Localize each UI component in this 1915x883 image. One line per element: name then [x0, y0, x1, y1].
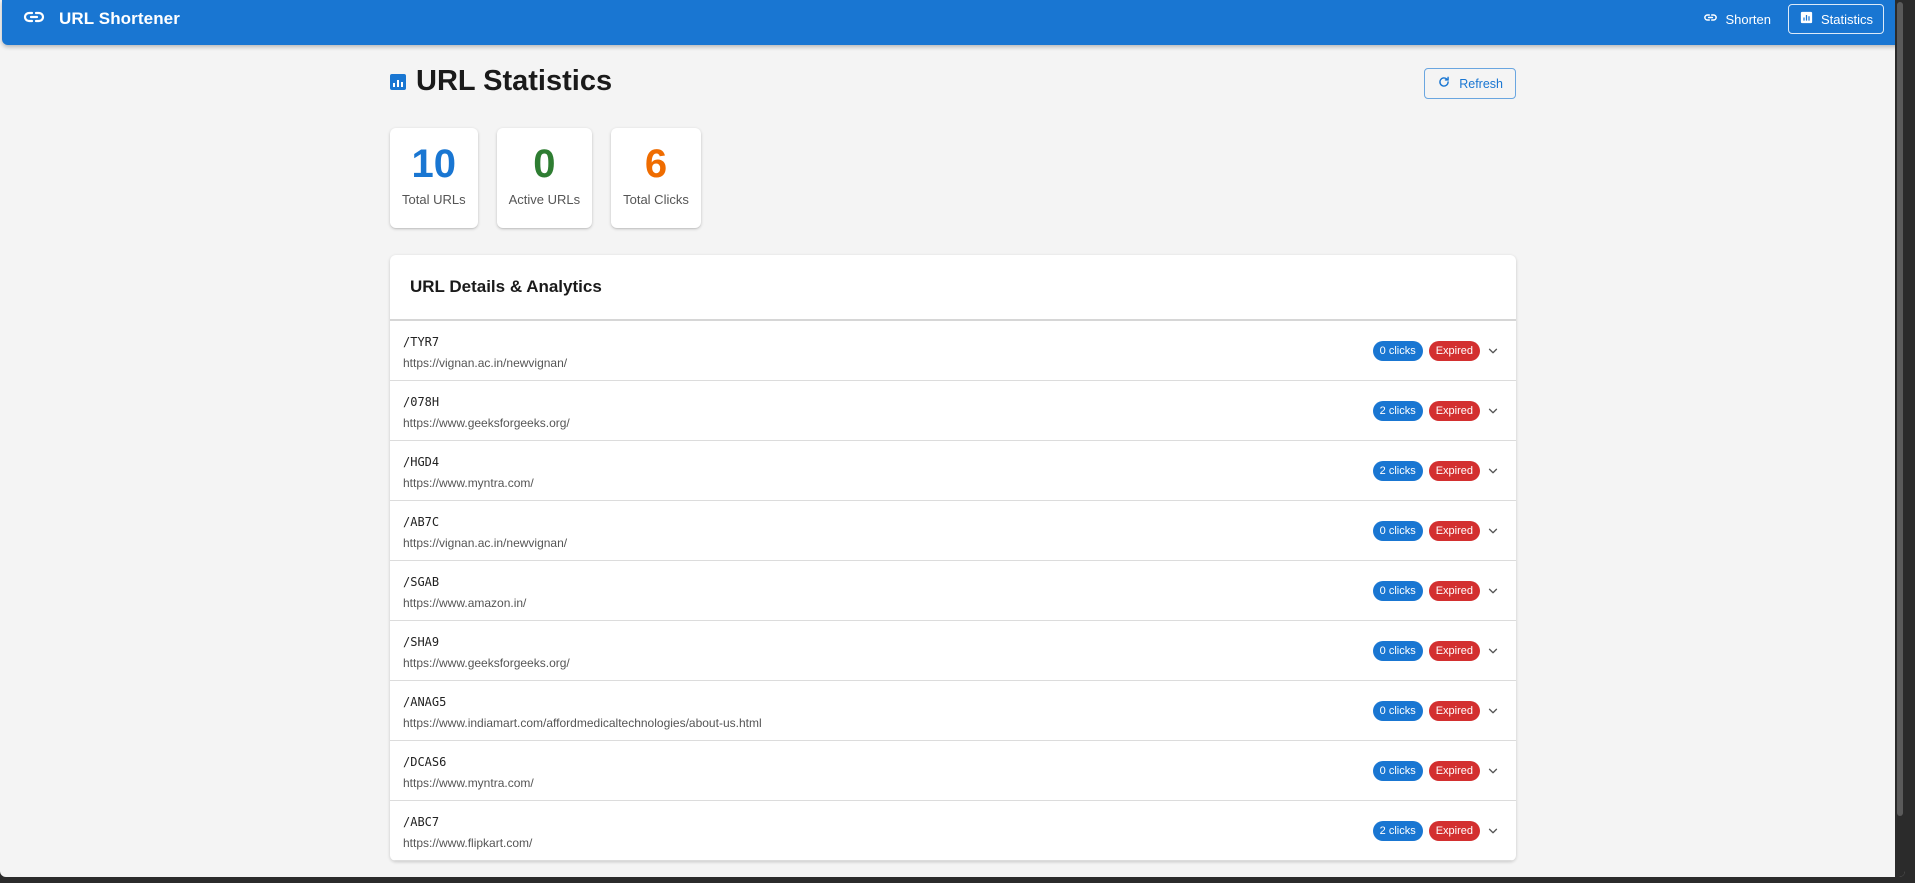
short-code: /ABC7: [403, 815, 440, 829]
original-url: https://www.indiamart.com/affordmedicalt…: [403, 716, 762, 730]
chevron-down-icon[interactable]: [1486, 584, 1500, 598]
refresh-label: Refresh: [1459, 76, 1503, 91]
url-row[interactable]: /ABC7 https://www.flipkart.com/2 clicks Ex…: [390, 801, 1516, 861]
short-code: /ANAG5: [403, 695, 447, 709]
chevron-down-icon[interactable]: [1486, 644, 1500, 658]
status-badge: Expired: [1428, 581, 1480, 601]
stat-value: 6: [644, 142, 668, 186]
clicks-badge: 0 clicks: [1372, 341, 1423, 361]
url-details-header: URL Details & Analytics: [390, 255, 1516, 321]
top-nav: Shorten Statistics: [1692, 4, 1884, 34]
page-title-group: URL Statistics: [390, 65, 612, 98]
url-row[interactable]: /ANAG5 https://www.indiamart.com/affordme…: [390, 681, 1516, 741]
url-row[interactable]: /078H https://www.geeksforgeeks.org/2 cli…: [390, 381, 1516, 441]
chevron-down-icon[interactable]: [1486, 344, 1500, 358]
row-badges: 0 clicks Expired: [1372, 521, 1500, 541]
row-badges: 0 clicks Expired: [1372, 761, 1500, 781]
short-code: /SHA9: [403, 635, 440, 649]
row-badges: 0 clicks Expired: [1372, 641, 1500, 661]
status-badge: Expired: [1428, 461, 1480, 481]
clicks-badge: 0 clicks: [1372, 521, 1423, 541]
bar-chart-icon: [1799, 10, 1814, 28]
refresh-icon: [1437, 75, 1451, 92]
brand[interactable]: URL Shortener: [22, 0, 180, 38]
original-url: https://www.flipkart.com/: [403, 836, 533, 850]
original-url: https://www.myntra.com/: [403, 476, 534, 490]
original-url: https://www.geeksforgeeks.org/: [403, 416, 570, 430]
chevron-down-icon[interactable]: [1486, 404, 1500, 418]
clicks-badge: 2 clicks: [1372, 461, 1423, 481]
chevron-down-icon[interactable]: [1486, 824, 1500, 838]
original-url: https://www.geeksforgeeks.org/: [403, 656, 570, 670]
row-badges: 0 clicks Expired: [1372, 581, 1500, 601]
url-row[interactable]: /HGD4 https://www.myntra.com/2 clicks Expi…: [390, 441, 1516, 501]
original-url: https://www.myntra.com/: [403, 776, 534, 790]
stat-label: Total URLs: [402, 192, 466, 207]
row-badges: 2 clicks Expired: [1372, 401, 1500, 421]
app-title: URL Shortener: [59, 9, 180, 28]
nav-statistics-label: Statistics: [1820, 11, 1873, 27]
page-header: URL Statistics Refresh: [390, 45, 1516, 125]
status-badge: Expired: [1428, 341, 1480, 361]
clicks-badge: 0 clicks: [1372, 641, 1423, 661]
stat-label: Active URLs: [508, 192, 581, 207]
stats-cards: 10 Total URLs 0 Active URLs 6 Total Clic…: [390, 128, 1516, 228]
url-row[interactable]: /DCAS6 https://www.myntra.com/0 clicks Exp…: [390, 741, 1516, 801]
chevron-down-icon[interactable]: [1486, 704, 1500, 718]
chevron-down-icon[interactable]: [1486, 464, 1500, 478]
status-badge: Expired: [1428, 761, 1480, 781]
url-details-title: URL Details & Analytics: [410, 277, 602, 296]
row-badges: 2 clicks Expired: [1372, 461, 1500, 481]
scrollbar[interactable]: [1895, 0, 1905, 877]
status-badge: Expired: [1428, 641, 1480, 661]
stat-card-active-urls: 0 Active URLs: [496, 128, 593, 228]
short-code: /DCAS6: [403, 755, 447, 769]
url-row[interactable]: /SHA9 https://www.geeksforgeeks.org/0 cli…: [390, 621, 1516, 681]
main-content: URL Statistics Refresh 10 Total URLs 0 A…: [390, 45, 1516, 861]
original-url: https://vignan.ac.in/newvignan/: [403, 356, 568, 370]
link-icon: [1703, 10, 1718, 28]
nav-shorten-button[interactable]: Shorten: [1692, 4, 1782, 34]
row-badges: 0 clicks Expired: [1372, 341, 1500, 361]
app-bar: URL Shortener Shorten Statistics: [2, 0, 1904, 45]
status-badge: Expired: [1428, 821, 1480, 841]
stat-card-total-urls: 10 Total URLs: [390, 128, 478, 228]
original-url: https://vignan.ac.in/newvignan/: [403, 536, 568, 550]
url-list: /TYR7 https://vignan.ac.in/newvignan/0 cl…: [390, 321, 1516, 861]
page-title: URL Statistics: [416, 65, 613, 97]
clicks-badge: 0 clicks: [1372, 701, 1423, 721]
status-badge: Expired: [1428, 401, 1480, 421]
row-badges: 2 clicks Expired: [1372, 821, 1500, 841]
clicks-badge: 0 clicks: [1372, 581, 1423, 601]
clicks-badge: 0 clicks: [1372, 761, 1423, 781]
short-code: /HGD4: [403, 455, 440, 469]
stat-label: Total Clicks: [623, 192, 689, 207]
stat-value: 0: [533, 142, 556, 186]
refresh-button[interactable]: Refresh: [1424, 68, 1516, 99]
row-badges: 0 clicks Expired: [1372, 701, 1500, 721]
nav-shorten-label: Shorten: [1725, 11, 1771, 27]
chevron-down-icon[interactable]: [1486, 764, 1500, 778]
scrollbar-thumb[interactable]: [1897, 2, 1903, 816]
app-window: URL Shortener Shorten Statistics URL Sta…: [0, 0, 1905, 877]
stat-value: 10: [411, 142, 457, 186]
clicks-badge: 2 clicks: [1372, 821, 1423, 841]
status-badge: Expired: [1428, 521, 1480, 541]
url-row[interactable]: /AB7C https://vignan.ac.in/newvignan/0 cl…: [390, 501, 1516, 561]
short-code: /AB7C: [403, 515, 440, 529]
url-row[interactable]: /SGAB https://www.amazon.in/0 clicks Expir…: [390, 561, 1516, 621]
url-details-panel: URL Details & Analytics /TYR7 https://vig…: [390, 255, 1516, 861]
bar-chart-icon: [390, 73, 406, 90]
nav-statistics-button[interactable]: Statistics: [1787, 4, 1884, 34]
short-code: /SGAB: [403, 575, 440, 589]
chevron-down-icon[interactable]: [1486, 524, 1500, 538]
stat-card-total-clicks: 6 Total Clicks: [611, 128, 701, 228]
short-code: /078H: [403, 395, 440, 409]
status-badge: Expired: [1428, 701, 1480, 721]
short-code: /TYR7: [403, 335, 440, 349]
link-icon: [22, 5, 46, 34]
original-url: https://www.amazon.in/: [403, 596, 527, 610]
url-row[interactable]: /TYR7 https://vignan.ac.in/newvignan/0 cl…: [390, 321, 1516, 381]
clicks-badge: 2 clicks: [1372, 401, 1423, 421]
